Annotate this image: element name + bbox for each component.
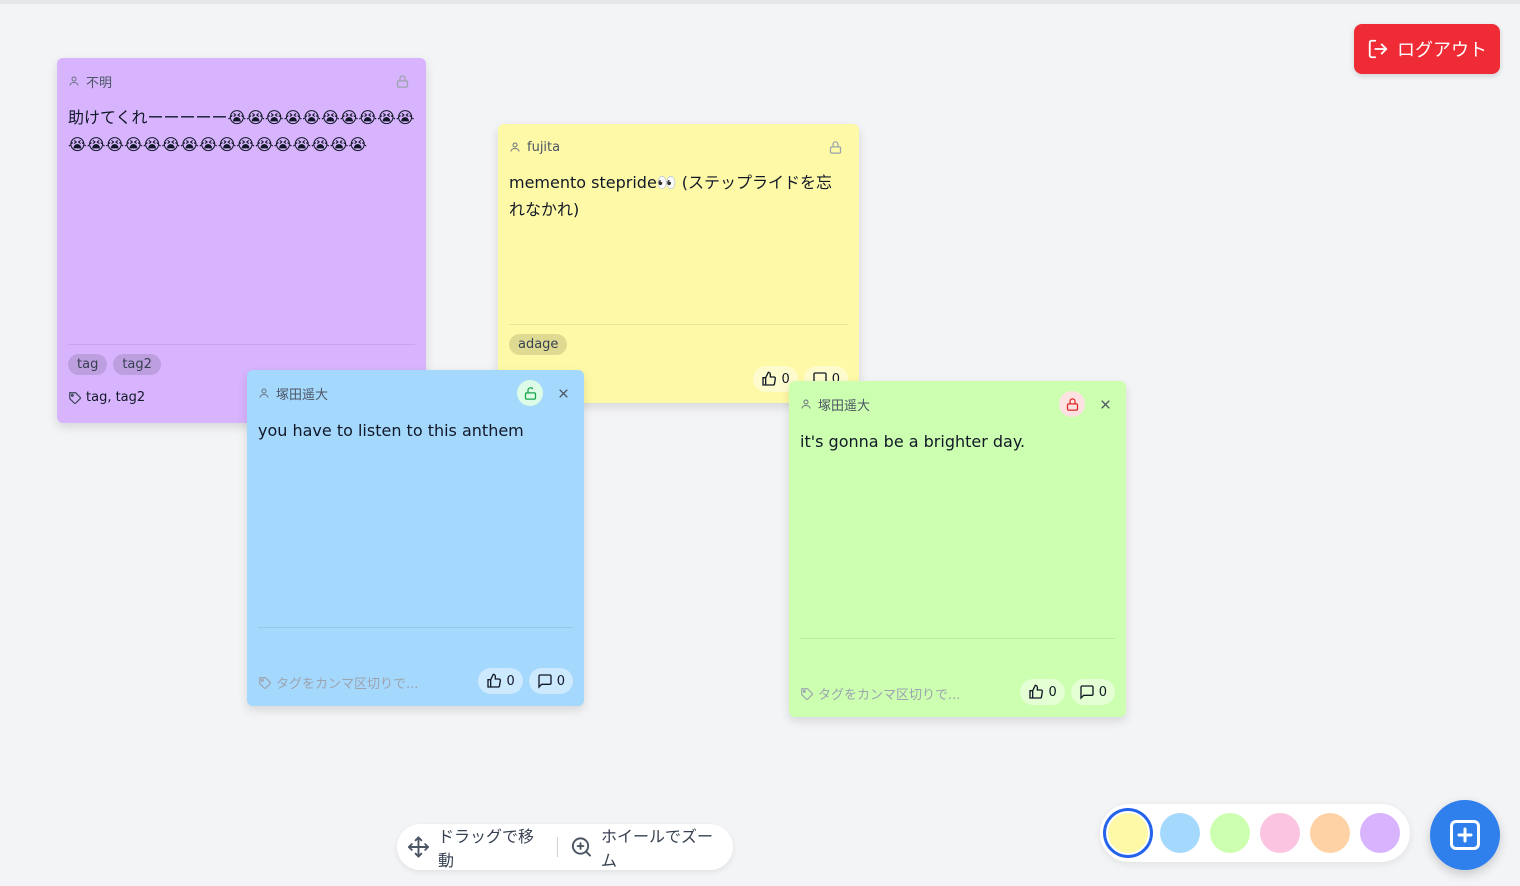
note-divider [258, 627, 573, 628]
note-text[interactable]: you have to listen to this anthem [258, 417, 573, 444]
note-header: 塚田遥大 [800, 391, 1115, 417]
color-swatch-yellow[interactable] [1106, 811, 1150, 855]
tag-list: tag tag2 [68, 354, 161, 375]
author-name: fujita [527, 139, 561, 155]
sticky-note[interactable]: fujita memento stepride👀 (ステップライドを忘れなかれ)… [498, 124, 859, 403]
user-icon [69, 76, 79, 86]
author-name: 不明 [86, 75, 113, 91]
tag-field[interactable]: tag, tag2 [68, 390, 145, 405]
like-button[interactable]: 0 [1020, 679, 1065, 705]
tag-chip[interactable]: tag [68, 354, 108, 375]
color-palette [1100, 804, 1410, 862]
lock-icon[interactable] [1059, 391, 1085, 417]
tag-chip[interactable]: adage [509, 334, 568, 355]
comment-icon [538, 674, 552, 689]
note-author: 塚田遥大 [800, 395, 870, 414]
color-swatch-purple[interactable] [1360, 813, 1400, 853]
close-icon[interactable] [1095, 394, 1115, 414]
drag-hint-label: ドラッグで移動 [437, 827, 534, 870]
zoom-hint: ホイールでズーム [570, 823, 723, 871]
logout-button[interactable]: ログアウト [1354, 24, 1500, 74]
note-text[interactable]: memento stepride👀 (ステップライドを忘れなかれ) [509, 169, 848, 223]
color-swatch-blue[interactable] [1160, 813, 1200, 853]
sticky-note[interactable]: 塚田遥大 it's gonna be a brighter day. タグをカン… [789, 381, 1126, 717]
note-reactions: 0 0 [478, 668, 573, 694]
zoom-hint-label: ホイールでズーム [600, 827, 713, 870]
tag-icon [801, 687, 813, 700]
comment-count: 0 [556, 673, 565, 689]
like-count: 0 [1048, 684, 1057, 700]
logout-icon [1368, 39, 1388, 59]
color-swatch-orange[interactable] [1310, 813, 1350, 853]
comment-button[interactable]: 0 [1070, 679, 1115, 705]
note-author: fujita [509, 140, 560, 155]
top-border [0, 0, 1520, 4]
author-name: 塚田遥大 [818, 398, 871, 414]
note-divider [800, 638, 1115, 639]
color-swatch-pink[interactable] [1260, 813, 1300, 853]
sticky-note[interactable]: 塚田遥大 you have to listen to this anthem タ… [247, 370, 584, 706]
drag-hint: ドラッグで移動 [407, 823, 545, 871]
add-note-icon [1450, 820, 1480, 850]
tag-input[interactable]: タグをカンマ区切りで... [800, 684, 960, 703]
thumbs-up-icon [762, 371, 777, 386]
thumbs-up-icon [487, 673, 502, 688]
note-text[interactable]: 助けてくれーーーーー😭😭😭😭😭😭😭😭😭😭😭😭😭😭😭😭😭😭😭😭😭😭😭😭😭😭 [68, 104, 415, 158]
close-icon[interactable] [553, 383, 573, 403]
unlock-icon[interactable] [517, 380, 543, 406]
lock-icon[interactable] [822, 134, 848, 160]
note-header: fujita [509, 136, 848, 158]
tag-chip[interactable]: tag2 [113, 354, 161, 375]
tag-icon [69, 391, 81, 404]
note-text[interactable]: it's gonna be a brighter day. [800, 428, 1115, 455]
note-divider [509, 324, 848, 325]
note-author: 不明 [68, 72, 112, 91]
like-button[interactable]: 0 [478, 668, 523, 694]
logout-label: ログアウト [1397, 40, 1487, 61]
note-header: 不明 [68, 70, 415, 92]
lock-icon[interactable] [389, 68, 415, 94]
user-icon [510, 142, 520, 152]
comment-count: 0 [1098, 684, 1107, 700]
user-icon [259, 388, 269, 398]
zoom-in-icon [571, 837, 592, 857]
tag-list: adage [509, 334, 568, 355]
sticky-note[interactable]: 不明 助けてくれーーーーー😭😭😭😭😭😭😭😭😭😭😭😭😭😭😭😭😭😭😭😭😭😭😭😭😭😭 … [57, 58, 426, 423]
note-divider [68, 344, 415, 345]
tag-input-placeholder: タグをカンマ区切りで... [276, 677, 419, 692]
user-icon [801, 399, 811, 409]
move-icon [407, 836, 429, 858]
tag-icon [259, 676, 271, 689]
tag-input-placeholder: タグをカンマ区切りで... [818, 688, 961, 703]
note-reactions: 0 0 [1020, 679, 1115, 705]
hint-separator [557, 837, 559, 857]
comment-icon [1080, 685, 1094, 700]
comment-button[interactable]: 0 [528, 668, 573, 694]
thumbs-up-icon [1029, 684, 1044, 699]
color-swatch-green[interactable] [1210, 813, 1250, 853]
author-name: 塚田遥大 [276, 387, 329, 403]
like-count: 0 [506, 673, 515, 689]
controls-hint-bar: ドラッグで移動 ホイールでズーム [397, 824, 733, 870]
note-header: 塚田遥大 [258, 380, 573, 406]
tag-input[interactable]: タグをカンマ区切りで... [258, 673, 418, 692]
note-author: 塚田遥大 [258, 384, 328, 403]
add-note-button[interactable] [1430, 800, 1500, 870]
tag-field-value: tag, tag2 [86, 390, 146, 405]
